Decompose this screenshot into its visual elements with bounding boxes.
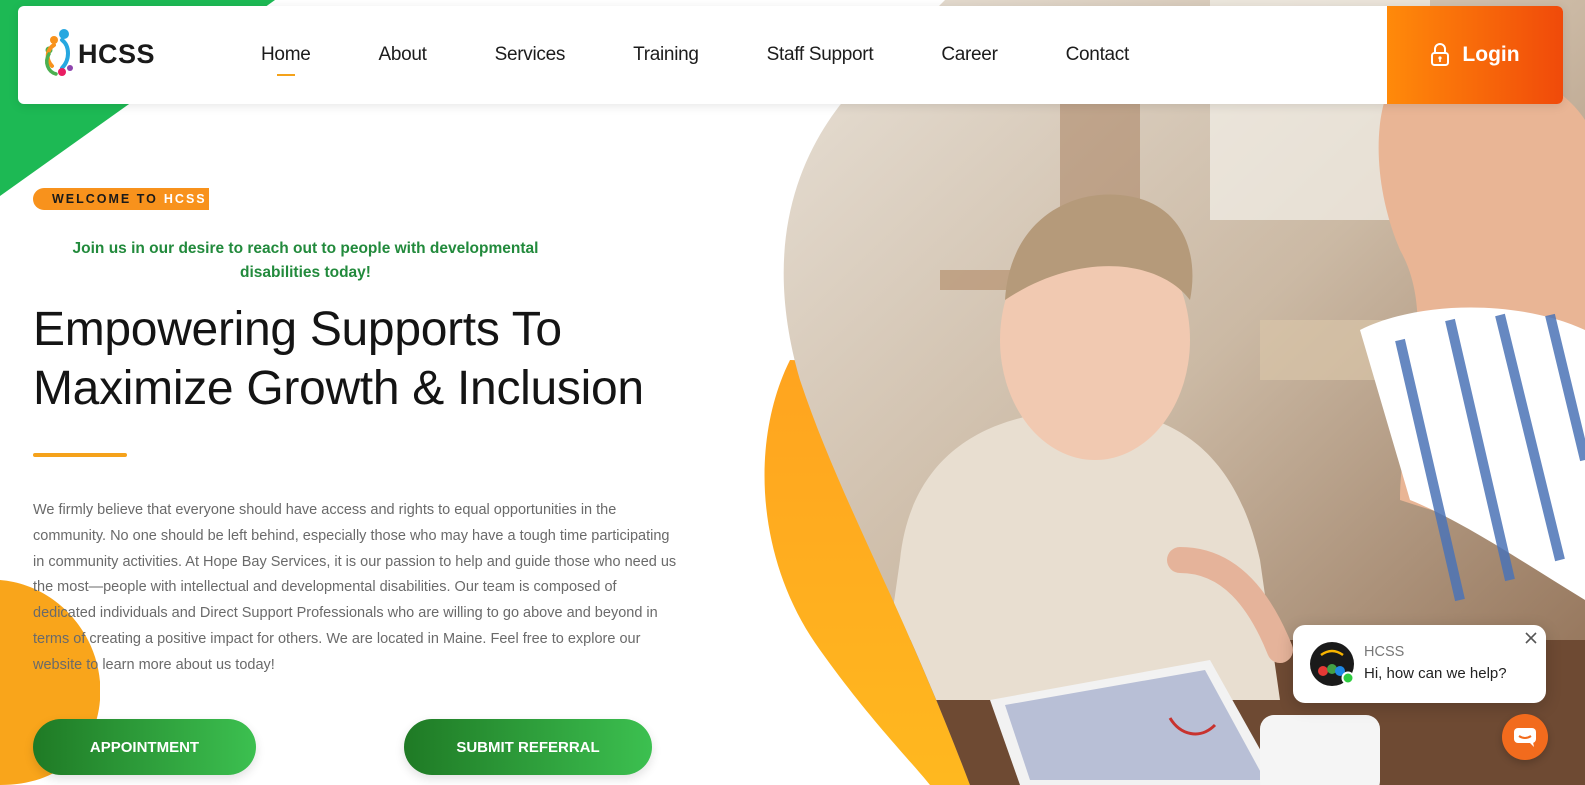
chat-agent-name: HCSS — [1364, 644, 1405, 660]
chat-bubble-icon — [1514, 728, 1536, 747]
logo[interactable]: HCSS — [40, 26, 155, 82]
welcome-prefix: WELCOME TO — [52, 192, 158, 206]
site-header: HCSS Home About Services Training Staff … — [18, 6, 1563, 104]
logo-icon — [45, 29, 73, 76]
logo-text: HCSS — [78, 38, 156, 69]
chat-avatar — [1310, 642, 1355, 686]
submit-referral-button[interactable]: SUBMIT REFERRAL — [404, 719, 652, 775]
hero-tagline: Join us in our desire to reach out to pe… — [72, 240, 539, 281]
nav-staff-support[interactable]: Staff Support — [767, 44, 874, 66]
lock-icon — [1431, 43, 1450, 66]
login-label: Login — [1462, 43, 1520, 66]
close-icon[interactable] — [1524, 631, 1538, 645]
nav-services[interactable]: Services — [495, 44, 566, 66]
hero-headline: Empowering Supports To Maximize Growth &… — [33, 300, 733, 418]
chat-launcher-button[interactable] — [1502, 714, 1548, 760]
headline-line-2: Maximize Growth & Inclusion — [33, 362, 644, 415]
nav-contact[interactable]: Contact — [1066, 44, 1130, 66]
main-nav: Home About Services Training Staff Suppo… — [261, 6, 1197, 104]
appointment-button[interactable]: APPOINTMENT — [33, 719, 256, 775]
nav-training[interactable]: Training — [633, 44, 699, 66]
headline-underline — [33, 453, 127, 457]
headline-line-1: Empowering Supports To — [33, 303, 562, 356]
welcome-highlight: HCSS — [163, 192, 207, 206]
nav-home[interactable]: Home — [261, 44, 311, 76]
hero-description: We firmly believe that everyone should h… — [33, 502, 677, 673]
chat-popup[interactable]: HCSS Hi, how can we help? — [1293, 625, 1546, 703]
chat-message: Hi, how can we help? — [1364, 665, 1507, 682]
nav-career[interactable]: Career — [941, 44, 998, 66]
welcome-badge: WELCOME TO HCSS — [33, 188, 209, 210]
nav-about[interactable]: About — [378, 44, 426, 66]
login-button[interactable]: Login — [1387, 6, 1563, 104]
